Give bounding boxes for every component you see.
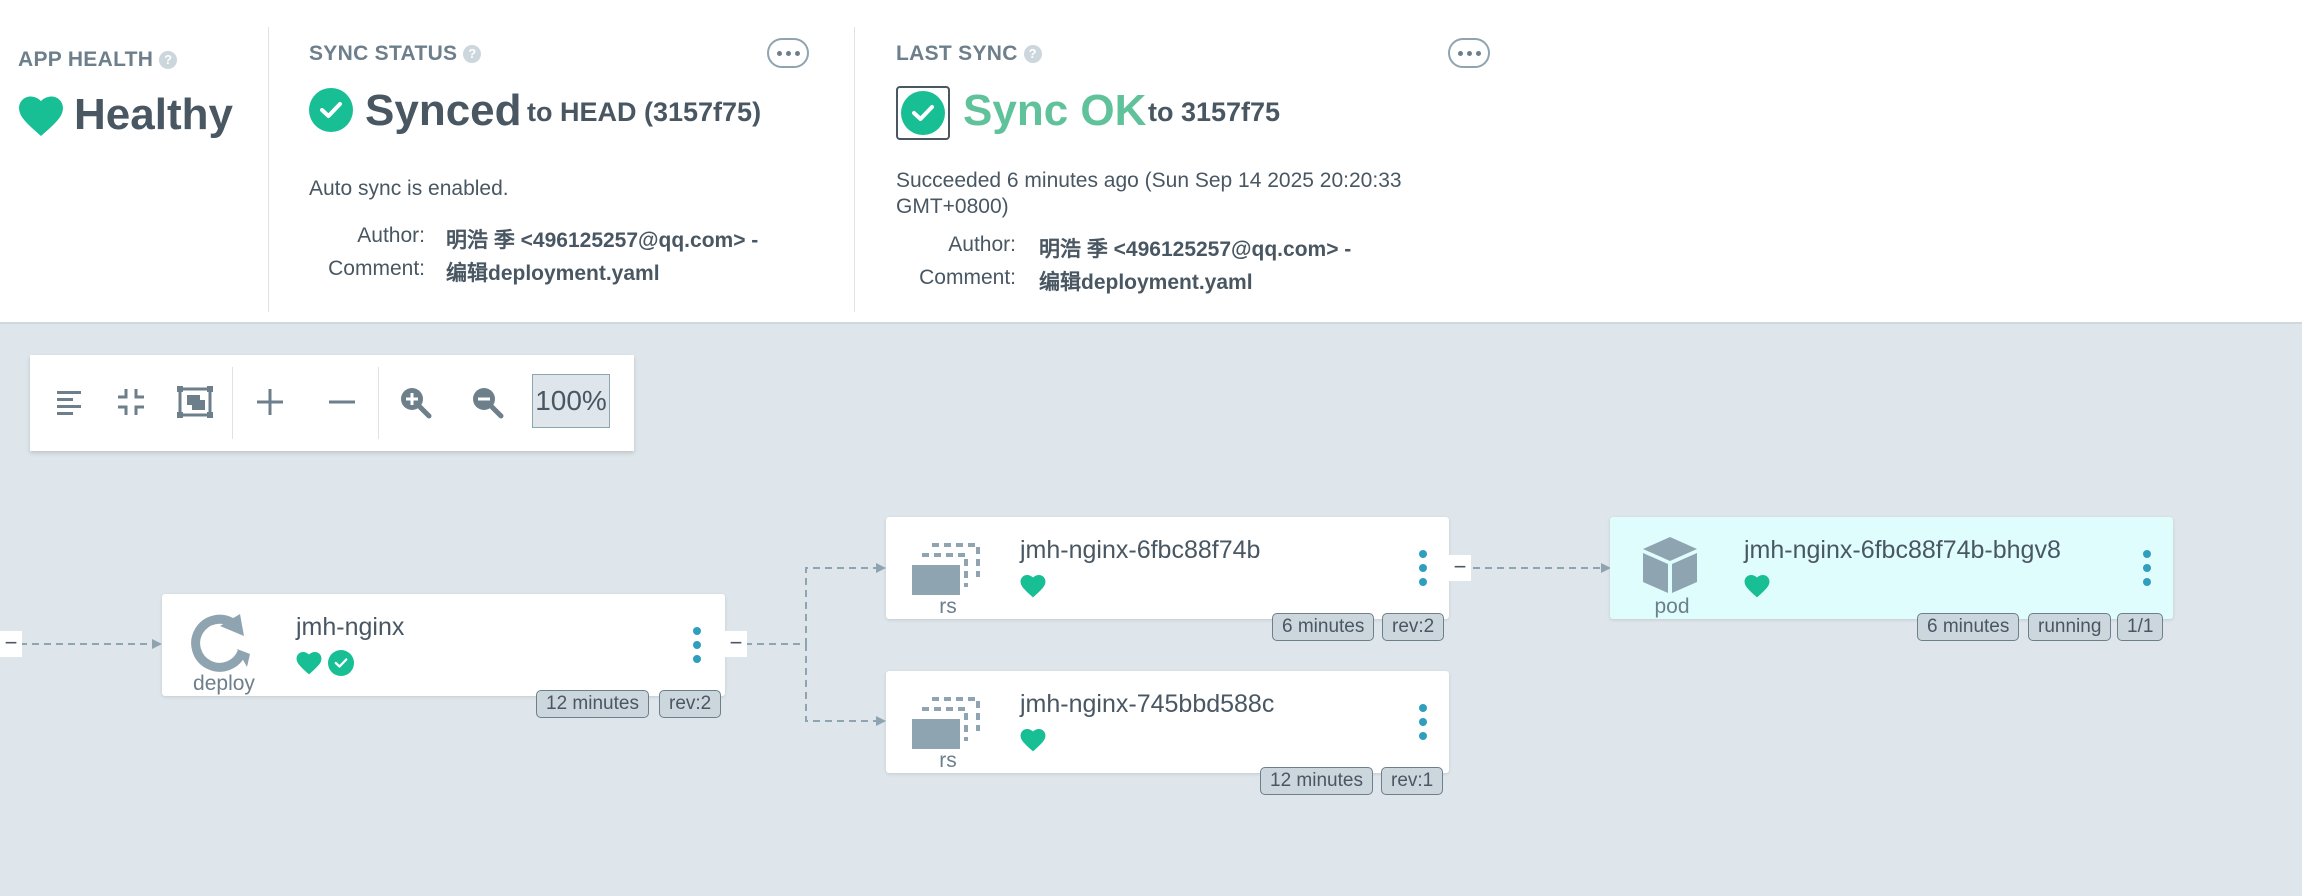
node-kind-label: pod [1654,595,1690,618]
age-tag: 12 minutes [536,690,649,718]
edge-deploy-rs1 [745,567,880,645]
replicaset-icon [912,697,980,749]
pod-node[interactable]: pod jmh-nginx-6fbc88f74b-bhgv8 [1610,517,2173,619]
node-kind-label: rs [939,595,957,618]
heart-icon [296,651,322,675]
arrow-head [876,563,886,573]
status-tag: running [2028,613,2112,641]
deploy-icon [191,614,250,672]
age-tag: 6 minutes [1917,613,2020,641]
replicaset-node[interactable]: rs jmh-nginx-6fbc88f74b [886,517,1449,619]
node-name: jmh-nginx-6fbc88f74b [1020,536,1261,564]
node-menu-button[interactable] [1418,704,1428,740]
check-circle-icon [328,650,354,676]
left-collapse-button[interactable]: − [0,631,22,657]
deploy-collapse-button[interactable]: − [725,631,747,657]
node-name: jmh-nginx-745bbd588c [1020,690,1275,718]
node-kind-label: deploy [193,672,255,695]
age-tag: 6 minutes [1272,613,1375,641]
heart-icon [1020,574,1046,598]
age-tag: 12 minutes [1260,767,1373,795]
revision-tag: rev:1 [1381,767,1444,795]
revision-tag: rev:2 [659,690,722,718]
rs-collapse-button[interactable]: − [1449,555,1471,581]
deploy-node[interactable]: deploy jmh-nginx [162,594,725,696]
node-menu-button[interactable] [1418,550,1428,586]
ready-count-tag: 1/1 [2117,613,2164,641]
node-menu-button[interactable] [2142,550,2152,586]
pod-cube-icon [1643,537,1697,593]
replicaset-icon [912,543,980,595]
replicaset-node[interactable]: rs jmh-nginx-745bbd588c [886,671,1449,773]
node-name: jmh-nginx [296,613,405,641]
heart-icon [1744,574,1770,598]
node-name: jmh-nginx-6fbc88f74b-bhgv8 [1744,536,2061,564]
arrow-head [152,639,162,649]
arrow-head [876,716,886,726]
node-menu-button[interactable] [692,627,702,663]
revision-tag: rev:2 [1382,613,1445,641]
edge-deploy-rs2 [805,644,880,722]
node-kind-label: rs [939,749,957,772]
heart-icon [1020,728,1046,752]
